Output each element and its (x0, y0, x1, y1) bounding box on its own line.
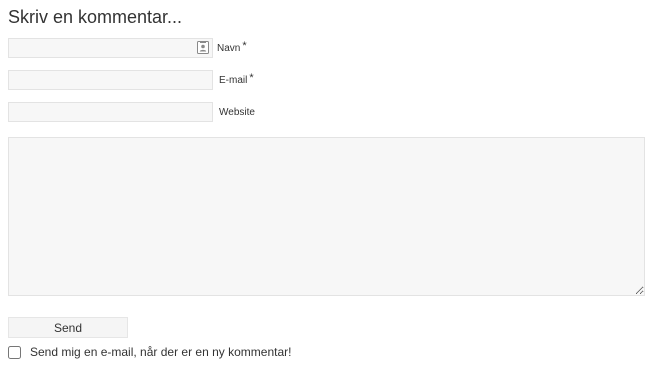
required-marker: * (249, 72, 254, 84)
form-title: Skriv en kommentar... (8, 7, 183, 27)
website-label: Website (219, 107, 255, 119)
required-marker: * (242, 40, 247, 52)
name-field[interactable] (8, 38, 213, 58)
notify-option[interactable]: Send mig en e-mail, når der er en ny kom… (8, 345, 291, 359)
notify-checkbox[interactable] (8, 345, 21, 359)
website-label-text: Website (219, 107, 255, 118)
contact-card-icon (197, 41, 209, 54)
send-button[interactable]: Send (8, 317, 128, 338)
website-field[interactable] (8, 102, 213, 122)
name-label: Navn * (217, 40, 247, 55)
email-label: E-mail * (219, 72, 254, 87)
notify-label: Send mig en e-mail, når der er en ny kom… (30, 345, 292, 359)
name-label-text: Navn (217, 43, 241, 54)
comment-form: Skriv en kommentar... Navn * E-mail * Webs… (0, 0, 662, 366)
email-label-text: E-mail (219, 75, 248, 86)
email-field[interactable] (8, 70, 213, 90)
comment-textarea[interactable] (8, 137, 645, 296)
